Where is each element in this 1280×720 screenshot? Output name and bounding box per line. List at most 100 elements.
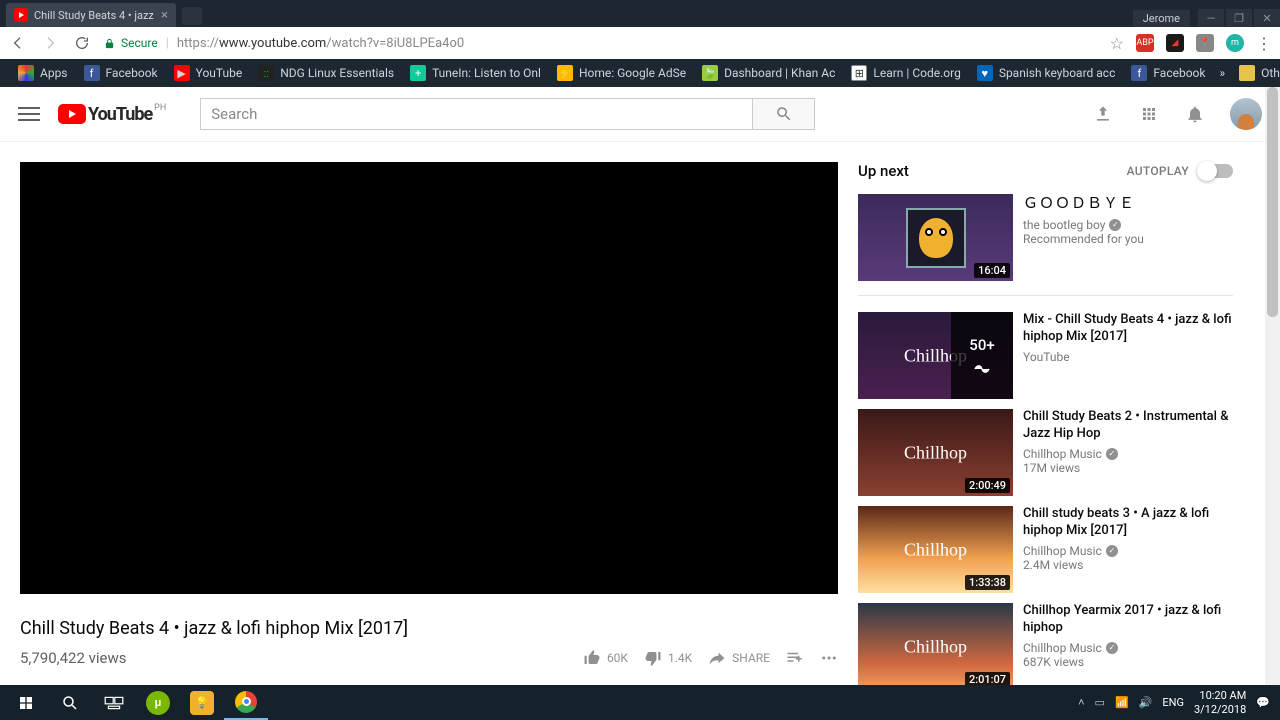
bookmarks-overflow-icon[interactable]: » (1213, 66, 1231, 80)
bookmark-item[interactable]: fFacebook (76, 65, 166, 81)
upload-icon[interactable] (1092, 103, 1114, 125)
task-view-icon[interactable] (92, 685, 136, 720)
extension-abp-icon[interactable]: ABP (1136, 34, 1154, 52)
wifi-icon[interactable]: 📶 (1115, 696, 1129, 709)
start-button[interactable] (4, 685, 48, 720)
rec-title: ＧＯＯＤＢＹＥ (1023, 194, 1144, 214)
bookmark-item[interactable]: +TuneIn: Listen to Onl (402, 65, 549, 81)
khan-icon: 🍃 (702, 65, 718, 81)
rec-title: Chill study beats 3 • A jazz & lofi hiph… (1023, 506, 1233, 540)
save-button[interactable] (786, 649, 804, 667)
rec-channel: YouTube (1023, 350, 1233, 364)
tab-close-icon[interactable]: × (161, 8, 168, 23)
taskbar-app-utorrent[interactable]: µ (136, 685, 180, 720)
country-code: PH (154, 103, 166, 113)
view-count: 5,790,422 views (20, 649, 127, 667)
lock-icon (104, 38, 115, 49)
chrome-menu-icon[interactable]: ⋮ (1256, 34, 1272, 53)
bookmark-item[interactable]: ⊞Learn | Code.org (843, 65, 968, 81)
separator: | (166, 36, 169, 51)
action-center-icon[interactable]: 💬 (1256, 696, 1270, 709)
like-button[interactable]: 60K (583, 649, 628, 667)
recommendation-item[interactable]: Chillhop 1:33:38 Chill study beats 3 • A… (858, 506, 1233, 593)
verified-icon: ✓ (1106, 642, 1118, 654)
recommendation-item[interactable]: 16:04 ＧＯＯＤＢＹＥ the bootleg boy✓ Recommend… (858, 194, 1233, 281)
facebook-icon: f (84, 65, 100, 81)
scrollbar-thumb[interactable] (1267, 87, 1278, 317)
share-button[interactable]: SHARE (708, 649, 770, 667)
windows-taskbar: µ 💡 ˄ ▭ 📶 🔊 ENG 10:20 AM 3/12/2018 💬 (0, 685, 1280, 720)
youtube-logo[interactable]: YouTube PH (58, 104, 152, 125)
search-icon (775, 105, 793, 123)
secure-label: Secure (121, 36, 158, 50)
guide-menu-icon[interactable] (18, 103, 40, 125)
rec-channel: Chillhop Music✓ (1023, 641, 1233, 655)
volume-icon[interactable]: 🔊 (1139, 696, 1153, 709)
bookmark-item[interactable]: fFacebook (1123, 65, 1213, 81)
new-tab-button[interactable] (182, 7, 202, 25)
notifications-icon[interactable] (1184, 103, 1206, 125)
back-button[interactable] (8, 33, 28, 53)
rec-views: 2.4M views (1023, 558, 1233, 572)
recommendation-item[interactable]: Chillhop 2:00:49 Chill Study Beats 2 • I… (858, 409, 1233, 496)
tab-title: Chill Study Beats 4 • jazz (34, 9, 154, 22)
adsense-icon: ⚡ (557, 65, 573, 81)
browser-tab[interactable]: Chill Study Beats 4 • jazz × (6, 3, 176, 27)
apps-shortcut[interactable]: Apps (10, 65, 76, 81)
rec-channel: the bootleg boy✓ (1023, 218, 1144, 232)
recommendation-item[interactable]: Chillhop 50+ Mix - Chill Study Beats 4 •… (858, 312, 1233, 399)
extension-icon[interactable]: 📍 (1196, 34, 1214, 52)
extension-icon[interactable]: ◢ (1166, 34, 1184, 52)
video-thumbnail: Chillhop 2:00:49 (858, 409, 1013, 496)
account-avatar[interactable] (1230, 98, 1262, 130)
tray-chevron-icon[interactable]: ˄ (1078, 696, 1084, 709)
verified-icon: ✓ (1106, 448, 1118, 460)
youtube-header: YouTube PH (0, 87, 1280, 142)
rec-title: Mix - Chill Study Beats 4 • jazz & lofi … (1023, 312, 1233, 346)
clock-date: 3/12/2018 (1194, 703, 1246, 716)
address-bar[interactable]: Secure | https://www.youtube.com/watch?v… (104, 34, 1124, 53)
bookmark-star-icon[interactable]: ☆ (1110, 34, 1124, 53)
upnext-label: Up next (858, 162, 909, 180)
more-actions-button[interactable] (820, 649, 838, 667)
forward-button[interactable] (40, 33, 60, 53)
bookmark-item[interactable]: ⚡Home: Google AdSe (549, 65, 694, 81)
video-thumbnail: Chillhop 2:01:07 (858, 603, 1013, 690)
apps-grid-icon[interactable] (1138, 103, 1160, 125)
window-maximize-icon[interactable]: ❐ (1226, 9, 1252, 27)
video-player[interactable] (20, 162, 838, 594)
search-input[interactable] (200, 98, 753, 130)
recommendation-item[interactable]: Chillhop 2:01:07 Chillhop Yearmix 2017 •… (858, 603, 1233, 690)
bookmark-item[interactable]: ::NDG Linux Essentials (250, 65, 402, 81)
search-taskbar-icon[interactable] (48, 685, 92, 720)
reload-button[interactable] (72, 33, 92, 53)
youtube-icon: ▶ (174, 65, 190, 81)
extension-icon[interactable]: m (1226, 34, 1244, 52)
main-content: Chill Study Beats 4 • jazz & lofi hiphop… (0, 142, 1280, 720)
scrollbar[interactable] (1265, 87, 1280, 720)
video-meta-row: 5,790,422 views 60K 1.4K SHARE (20, 649, 838, 667)
bookmark-item[interactable]: ♥Spanish keyboard acc (969, 65, 1124, 81)
dislike-button[interactable]: 1.4K (644, 649, 692, 667)
language-indicator[interactable]: ENG (1162, 696, 1184, 709)
bookmark-item[interactable]: ▶YouTube (166, 65, 251, 81)
window-minimize-icon[interactable]: — (1198, 9, 1224, 27)
secure-indicator: Secure (104, 36, 158, 50)
window-close-icon[interactable]: ✕ (1254, 9, 1280, 27)
autoplay-toggle[interactable] (1197, 164, 1233, 178)
address-bar-row: Secure | https://www.youtube.com/watch?v… (0, 27, 1280, 59)
taskbar-app-chrome[interactable] (224, 685, 268, 720)
clock[interactable]: 10:20 AM 3/12/2018 (1194, 689, 1246, 715)
other-bookmarks[interactable]: Other bookmarks (1231, 65, 1280, 81)
profile-badge[interactable]: Jerome (1133, 10, 1190, 27)
rec-subtext: Recommended for you (1023, 232, 1144, 246)
battery-icon[interactable]: ▭ (1095, 696, 1105, 709)
taskbar-app[interactable]: 💡 (180, 685, 224, 720)
mix-badge: 50+ (951, 312, 1013, 399)
bookmark-item[interactable]: 🍃Dashboard | Khan Ac (694, 65, 843, 81)
search-button[interactable] (753, 98, 815, 130)
thumbnail-overlay: Chillhop (904, 636, 967, 657)
rec-title: Chillhop Yearmix 2017 • jazz & lofi hiph… (1023, 603, 1233, 637)
more-horiz-icon (820, 649, 838, 667)
divider (858, 295, 1233, 296)
